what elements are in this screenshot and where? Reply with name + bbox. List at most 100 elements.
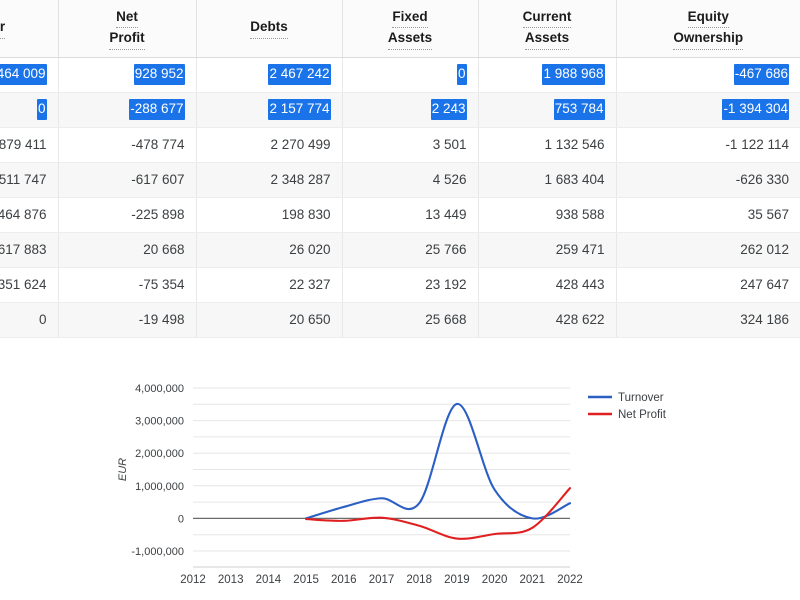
table-cell-turnover[interactable]: 0 bbox=[0, 302, 58, 337]
table-header-row: erNetProfitDebtsFixedAssetsCurrentAssets… bbox=[0, 0, 800, 57]
x-tick-label: 2015 bbox=[293, 574, 319, 586]
table-cell-debts[interactable]: 2 270 499 bbox=[196, 127, 342, 162]
column-header-net_profit[interactable]: NetProfit bbox=[58, 0, 196, 57]
chart-y-axis-ticks: 4,000,0003,000,0002,000,0001,000,0000-1,… bbox=[131, 383, 184, 558]
table-cell-current[interactable]: 753 784 bbox=[478, 92, 616, 127]
table-cell-debts[interactable]: 20 650 bbox=[196, 302, 342, 337]
table-cell-equity[interactable]: -1 122 114 bbox=[616, 127, 800, 162]
column-header-turnover[interactable]: er bbox=[0, 0, 58, 57]
table-row[interactable]: 0 -288 677 2 157 774 2 243 753 784 -1 394 304 bbox=[0, 92, 800, 127]
table-cell-debts[interactable]: 198 830 bbox=[196, 197, 342, 232]
financials-table: erNetProfitDebtsFixedAssetsCurrentAssets… bbox=[0, 0, 800, 338]
x-tick-label: 2018 bbox=[406, 574, 432, 586]
chart-svg: 4,000,0003,000,0002,000,0001,000,0000-1,… bbox=[0, 355, 800, 600]
x-tick-label: 2021 bbox=[520, 574, 546, 586]
table-cell-current[interactable]: 428 622 bbox=[478, 302, 616, 337]
column-header-debts[interactable]: Debts bbox=[196, 0, 342, 57]
table-cell-turnover[interactable]: 511 747 bbox=[0, 162, 58, 197]
table-cell-fixed[interactable]: 25 668 bbox=[342, 302, 478, 337]
table-cell-current[interactable]: 1 988 968 bbox=[478, 57, 616, 92]
table-cell-equity[interactable]: 262 012 bbox=[616, 232, 800, 267]
table-row[interactable]: 464 009 928 952 2 467 242 01 988 968-467 68… bbox=[0, 57, 800, 92]
selected-cell-value: -1 394 304 bbox=[722, 99, 789, 120]
table-cell-fixed[interactable]: 23 192 bbox=[342, 267, 478, 302]
x-tick-label: 2016 bbox=[331, 574, 357, 586]
table-header: erNetProfitDebtsFixedAssetsCurrentAssets… bbox=[0, 0, 800, 57]
table-cell-net_profit[interactable]: -225 898 bbox=[58, 197, 196, 232]
table-cell-equity[interactable]: -467 686 bbox=[616, 57, 800, 92]
table-cell-net_profit[interactable]: 928 952 bbox=[58, 57, 196, 92]
column-header-label: Ownership bbox=[673, 28, 743, 50]
selected-cell-value: 2 243 bbox=[431, 99, 467, 120]
column-header-fixed[interactable]: FixedAssets bbox=[342, 0, 478, 57]
column-header-label: Assets bbox=[388, 28, 432, 50]
table-cell-fixed[interactable]: 2 243 bbox=[342, 92, 478, 127]
table-cell-net_profit[interactable]: -75 354 bbox=[58, 267, 196, 302]
table-row[interactable]: 879 411-478 7742 270 4993 5011 132 546-1… bbox=[0, 127, 800, 162]
table-cell-equity[interactable]: 324 186 bbox=[616, 302, 800, 337]
chart-y-axis-label: EUR bbox=[117, 458, 129, 481]
column-header-equity[interactable]: EquityOwnership bbox=[616, 0, 800, 57]
table-row[interactable]: 464 876-225 898198 83013 449938 58835 56… bbox=[0, 197, 800, 232]
table-cell-turnover[interactable]: 0 bbox=[0, 92, 58, 127]
financial-report-view: erNetProfitDebtsFixedAssetsCurrentAssets… bbox=[0, 0, 800, 600]
table-cell-fixed[interactable]: 25 766 bbox=[342, 232, 478, 267]
table-body: 464 009928 9522 467 24201 988 968-467 68… bbox=[0, 57, 800, 337]
table-row[interactable]: 617 88320 66826 02025 766259 471262 012 bbox=[0, 232, 800, 267]
column-header-label: Equity bbox=[688, 7, 729, 29]
table-cell-equity[interactable]: 247 647 bbox=[616, 267, 800, 302]
table-cell-equity[interactable]: 35 567 bbox=[616, 197, 800, 232]
table-cell-fixed[interactable]: 3 501 bbox=[342, 127, 478, 162]
selected-cell-value: -288 677 bbox=[129, 99, 184, 120]
legend-label[interactable]: Net Profit bbox=[618, 409, 667, 421]
table-cell-net_profit[interactable]: -617 607 bbox=[58, 162, 196, 197]
chart-line-net-profit bbox=[306, 488, 570, 539]
x-tick-label: 2017 bbox=[369, 574, 395, 586]
table-cell-debts[interactable]: 22 327 bbox=[196, 267, 342, 302]
selected-cell-value: 928 952 bbox=[134, 64, 185, 85]
table-cell-net_profit[interactable]: -478 774 bbox=[58, 127, 196, 162]
table-cell-current[interactable]: 428 443 bbox=[478, 267, 616, 302]
table-row[interactable]: 0-19 49820 65025 668428 622324 186 bbox=[0, 302, 800, 337]
table-cell-turnover[interactable]: 464 876 bbox=[0, 197, 58, 232]
column-header-label: Assets bbox=[525, 28, 569, 50]
table-cell-equity[interactable]: -1 394 304 bbox=[616, 92, 800, 127]
table-row[interactable]: 351 624-75 35422 32723 192428 443247 647 bbox=[0, 267, 800, 302]
table-cell-debts[interactable]: 26 020 bbox=[196, 232, 342, 267]
table-cell-net_profit[interactable]: -288 677 bbox=[58, 92, 196, 127]
table-cell-turnover[interactable]: 879 411 bbox=[0, 127, 58, 162]
table-cell-turnover[interactable]: 351 624 bbox=[0, 267, 58, 302]
table-row[interactable]: 511 747-617 6072 348 2874 5261 683 404-6… bbox=[0, 162, 800, 197]
x-tick-label: 2020 bbox=[482, 574, 508, 586]
y-tick-label: 4,000,000 bbox=[135, 383, 184, 395]
table-cell-debts[interactable]: 2 157 774 bbox=[196, 92, 342, 127]
table-cell-current[interactable]: 259 471 bbox=[478, 232, 616, 267]
column-header-label: er bbox=[0, 17, 5, 39]
financials-table-scroll-container[interactable]: erNetProfitDebtsFixedAssetsCurrentAssets… bbox=[0, 0, 800, 339]
table-cell-net_profit[interactable]: -19 498 bbox=[58, 302, 196, 337]
chart-legend[interactable]: Turnover Net Profit bbox=[588, 392, 667, 421]
table-cell-net_profit[interactable]: 20 668 bbox=[58, 232, 196, 267]
selected-cell-value: 2 157 774 bbox=[268, 99, 330, 120]
table-cell-current[interactable]: 1 683 404 bbox=[478, 162, 616, 197]
table-cell-equity[interactable]: -626 330 bbox=[616, 162, 800, 197]
legend-label[interactable]: Turnover bbox=[618, 392, 664, 404]
table-cell-debts[interactable]: 2 467 242 bbox=[196, 57, 342, 92]
selected-cell-value: 2 467 242 bbox=[268, 64, 330, 85]
y-tick-label: 3,000,000 bbox=[135, 416, 184, 428]
column-header-label: Fixed bbox=[392, 7, 427, 29]
table-cell-current[interactable]: 938 588 bbox=[478, 197, 616, 232]
table-cell-debts[interactable]: 2 348 287 bbox=[196, 162, 342, 197]
column-header-label: Debts bbox=[250, 17, 288, 39]
table-cell-current[interactable]: 1 132 546 bbox=[478, 127, 616, 162]
x-tick-label: 2022 bbox=[557, 574, 583, 586]
column-header-current[interactable]: CurrentAssets bbox=[478, 0, 616, 57]
table-cell-turnover[interactable]: 464 009 bbox=[0, 57, 58, 92]
x-tick-label: 2012 bbox=[180, 574, 206, 586]
table-cell-fixed[interactable]: 4 526 bbox=[342, 162, 478, 197]
table-cell-fixed[interactable]: 13 449 bbox=[342, 197, 478, 232]
table-cell-fixed[interactable]: 0 bbox=[342, 57, 478, 92]
table-cell-turnover[interactable]: 617 883 bbox=[0, 232, 58, 267]
financials-line-chart[interactable]: 4,000,0003,000,0002,000,0001,000,0000-1,… bbox=[0, 355, 800, 600]
x-tick-label: 2013 bbox=[218, 574, 244, 586]
